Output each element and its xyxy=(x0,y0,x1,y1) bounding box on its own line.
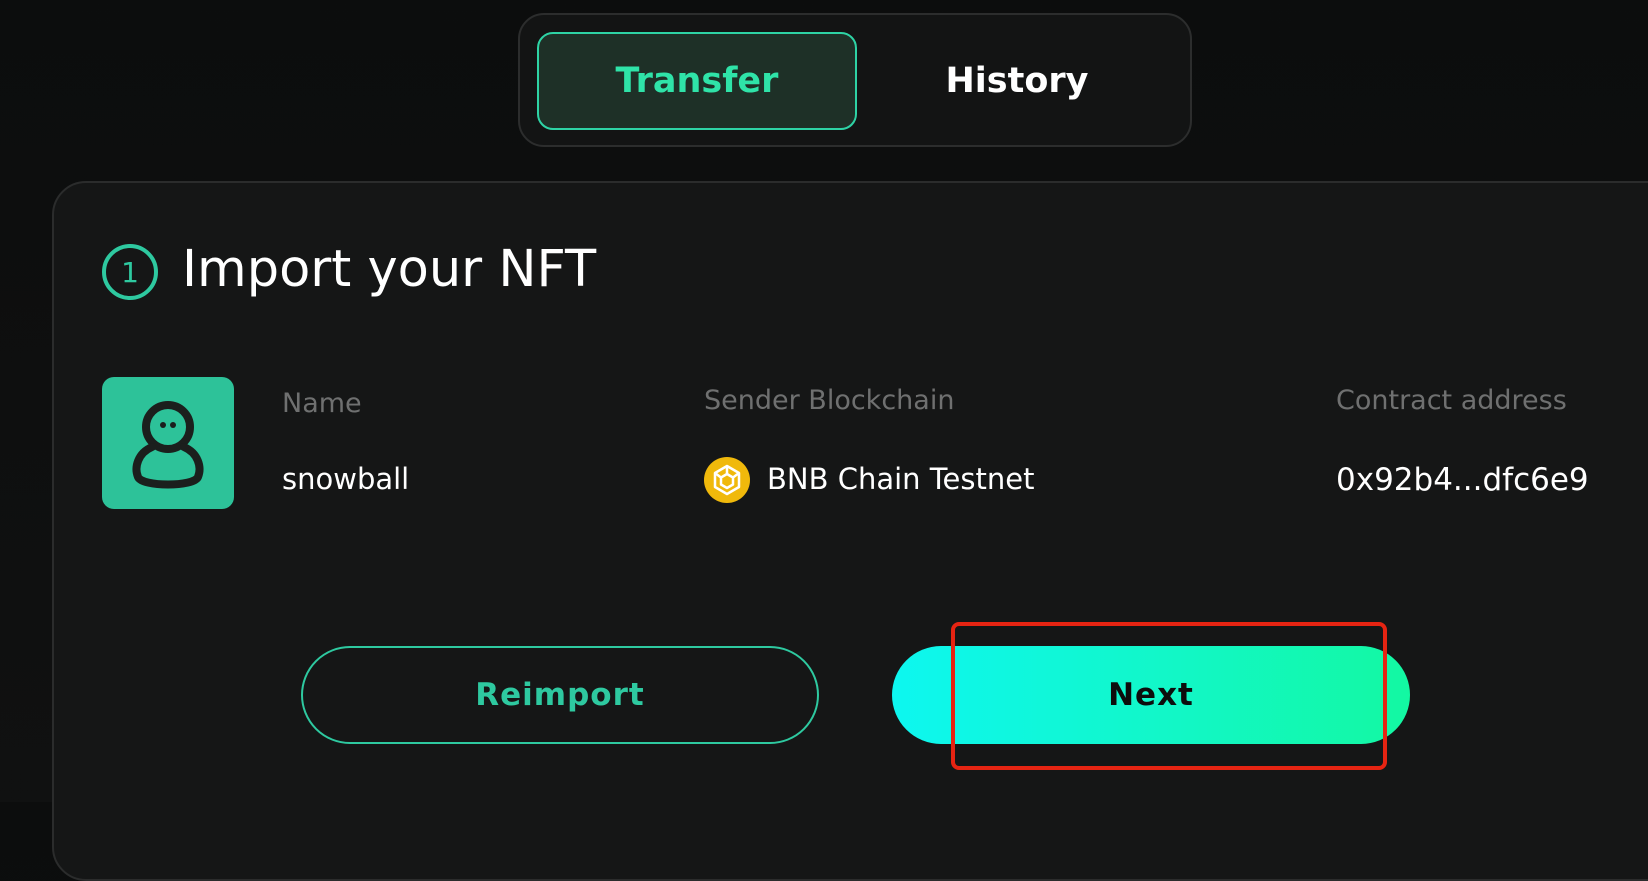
step-number-badge: 1 xyxy=(102,244,158,300)
name-label: Name xyxy=(282,388,362,419)
sender-blockchain-label: Sender Blockchain xyxy=(704,385,955,416)
contract-address-value: 0x92b4...dfc6e9 xyxy=(1336,462,1589,498)
name-value: snowball xyxy=(282,462,410,496)
sender-blockchain-value: BNB Chain Testnet xyxy=(767,462,1035,496)
tab-bar: Transfer History xyxy=(518,13,1192,147)
next-button[interactable]: Next xyxy=(892,646,1410,744)
tab-transfer[interactable]: Transfer xyxy=(537,32,857,130)
contract-address-label: Contract address xyxy=(1336,385,1567,416)
reimport-button[interactable]: Reimport xyxy=(301,646,819,744)
nft-thumbnail xyxy=(102,377,234,509)
card-title: Import your NFT xyxy=(182,240,597,299)
snowman-icon xyxy=(132,401,204,489)
bnb-chain-icon xyxy=(704,457,750,503)
tab-history[interactable]: History xyxy=(857,32,1177,130)
